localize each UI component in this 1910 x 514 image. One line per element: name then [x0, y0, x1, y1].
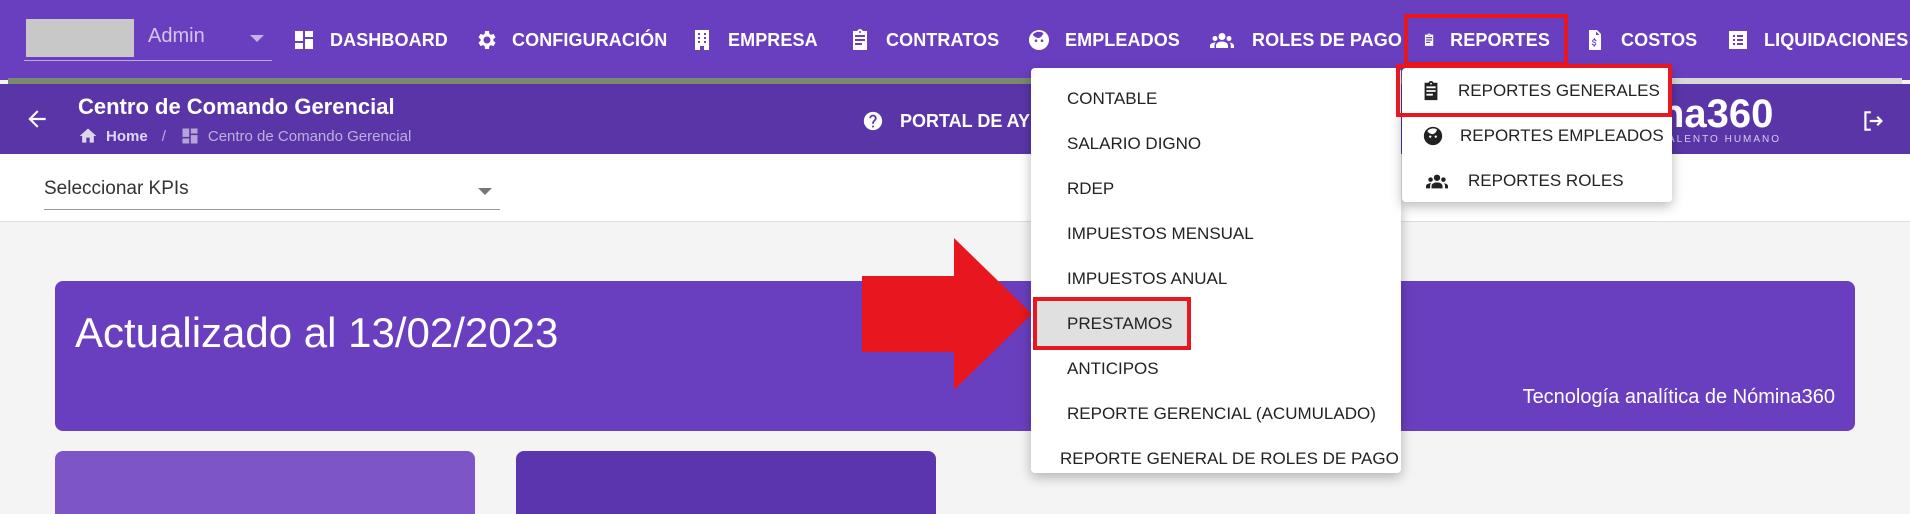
kpi-card: [55, 451, 475, 514]
home-icon: [79, 128, 97, 143]
list-icon: [1729, 31, 1747, 49]
nav-configuracion[interactable]: CONFIGURACIÓN: [474, 18, 667, 62]
breadcrumb-current: Centro de Comando Gerencial: [207, 127, 412, 145]
menu-item-impuestos-mensual[interactable]: IMPUESTOS MENSUAL: [1031, 211, 1401, 256]
menu-item-contable[interactable]: CONTABLE: [1031, 76, 1401, 121]
clipboard-icon: [853, 29, 867, 50]
user-name: Admin: [148, 25, 205, 47]
nav-contratos[interactable]: CONTRATOS: [848, 18, 999, 62]
nav-configuracion-label: CONFIGURACIÓN: [512, 29, 668, 50]
nav-roles-de-pago-label: ROLES DE PAGO: [1252, 29, 1402, 50]
banner-title: Actualizado al 13/02/2023: [75, 309, 559, 356]
dashboard-icon: [182, 128, 198, 144]
clipboard-icon: [1424, 80, 1438, 100]
breadcrumb: Home / Centro de Comando Gerencial: [78, 126, 411, 146]
back-arrow-icon[interactable]: [24, 106, 50, 132]
clipboard-icon: [1424, 33, 1434, 46]
menu-item-reporte-general-roles[interactable]: REPORTE GENERAL DE ROLES DE PAGO: [1031, 436, 1401, 481]
nav-liquidaciones[interactable]: LIQUIDACIONES: [1726, 18, 1908, 62]
reportes-dropdown-menu: CONTABLE SALARIO DIGNO RDEP IMPUESTOS ME…: [1031, 68, 1401, 473]
menu-item-rdep[interactable]: RDEP: [1031, 166, 1401, 211]
nav-contratos-label: CONTRATOS: [886, 29, 1000, 50]
breadcrumb-separator: /: [161, 127, 166, 145]
logo: na360: [1660, 92, 1774, 136]
user-selector[interactable]: Admin: [24, 19, 272, 61]
submenu-reportes-roles-label: REPORTES ROLES: [1468, 170, 1624, 190]
nav-reportes-label: REPORTES: [1450, 29, 1550, 50]
dashboard-icon: [295, 31, 313, 49]
help-portal-link[interactable]: PORTAL DE AYUDA: [862, 110, 1030, 132]
group-icon: [1426, 174, 1448, 188]
logo-tagline: ALENTO HUMANO: [1668, 134, 1782, 145]
nav-empleados[interactable]: EMPLEADOS: [1027, 18, 1180, 62]
menu-item-reporte-gerencial[interactable]: REPORTE GERENCIAL (ACUMULADO): [1031, 391, 1401, 436]
reportes-submenu: REPORTES GENERALES REPORTES EMPLEADOS RE…: [1396, 64, 1672, 203]
help-portal-label: PORTAL DE AYUDA: [900, 110, 1030, 131]
menu-item-anticipos[interactable]: ANTICIPOS: [1031, 346, 1401, 391]
nav-dashboard-label: DASHBOARD: [330, 29, 448, 50]
submenu-reportes-generales-label: REPORTES GENERALES: [1458, 80, 1660, 100]
nav-dashboard[interactable]: DASHBOARD: [292, 18, 448, 62]
menu-item-impuestos-anual[interactable]: IMPUESTOS ANUAL: [1031, 256, 1401, 301]
red-arrow-annotation: [862, 238, 1032, 390]
face-icon: [1423, 126, 1443, 145]
submenu-reportes-generales[interactable]: REPORTES GENERALES: [1396, 64, 1672, 117]
help-icon: [863, 111, 883, 131]
group-icon: [1210, 33, 1234, 48]
nav-empresa-label: EMPRESA: [728, 29, 818, 50]
banner-subtitle: Tecnología analítica de Nómina360: [1522, 386, 1835, 408]
nav-liquidaciones-label: LIQUIDACIONES: [1764, 29, 1909, 50]
kpi-select[interactable]: Seleccionar KPIs: [44, 174, 500, 210]
submenu-reportes-roles[interactable]: REPORTES ROLES: [1402, 158, 1672, 203]
avatar: [26, 19, 134, 57]
invoice-icon: [1589, 30, 1601, 50]
kpi-card: [516, 451, 936, 514]
nav-reportes[interactable]: REPORTES: [1404, 14, 1568, 66]
chevron-down-icon: [250, 35, 264, 42]
chevron-down-icon: [478, 188, 492, 195]
logout-icon[interactable]: [1860, 108, 1886, 134]
submenu-reportes-empleados-label: REPORTES EMPLEADOS: [1460, 125, 1664, 145]
gear-icon: [478, 31, 496, 49]
submenu-reportes-empleados[interactable]: REPORTES EMPLEADOS: [1402, 113, 1672, 158]
kpi-select-label: Seleccionar KPIs: [44, 178, 189, 199]
menu-item-prestamos[interactable]: PRESTAMOS: [1033, 297, 1191, 350]
nav-costos[interactable]: COSTOS: [1583, 18, 1697, 62]
page-title: Centro de Comando Gerencial: [78, 94, 395, 119]
building-icon: [695, 30, 709, 50]
nav-roles-de-pago[interactable]: ROLES DE PAGO: [1206, 18, 1402, 62]
nav-empresa[interactable]: EMPRESA: [690, 18, 818, 62]
nav-costos-label: COSTOS: [1621, 29, 1698, 50]
menu-item-salario-digno[interactable]: SALARIO DIGNO: [1031, 121, 1401, 166]
nav-empleados-label: EMPLEADOS: [1065, 29, 1180, 50]
face-icon: [1029, 30, 1049, 50]
breadcrumb-home[interactable]: Home: [106, 128, 148, 145]
